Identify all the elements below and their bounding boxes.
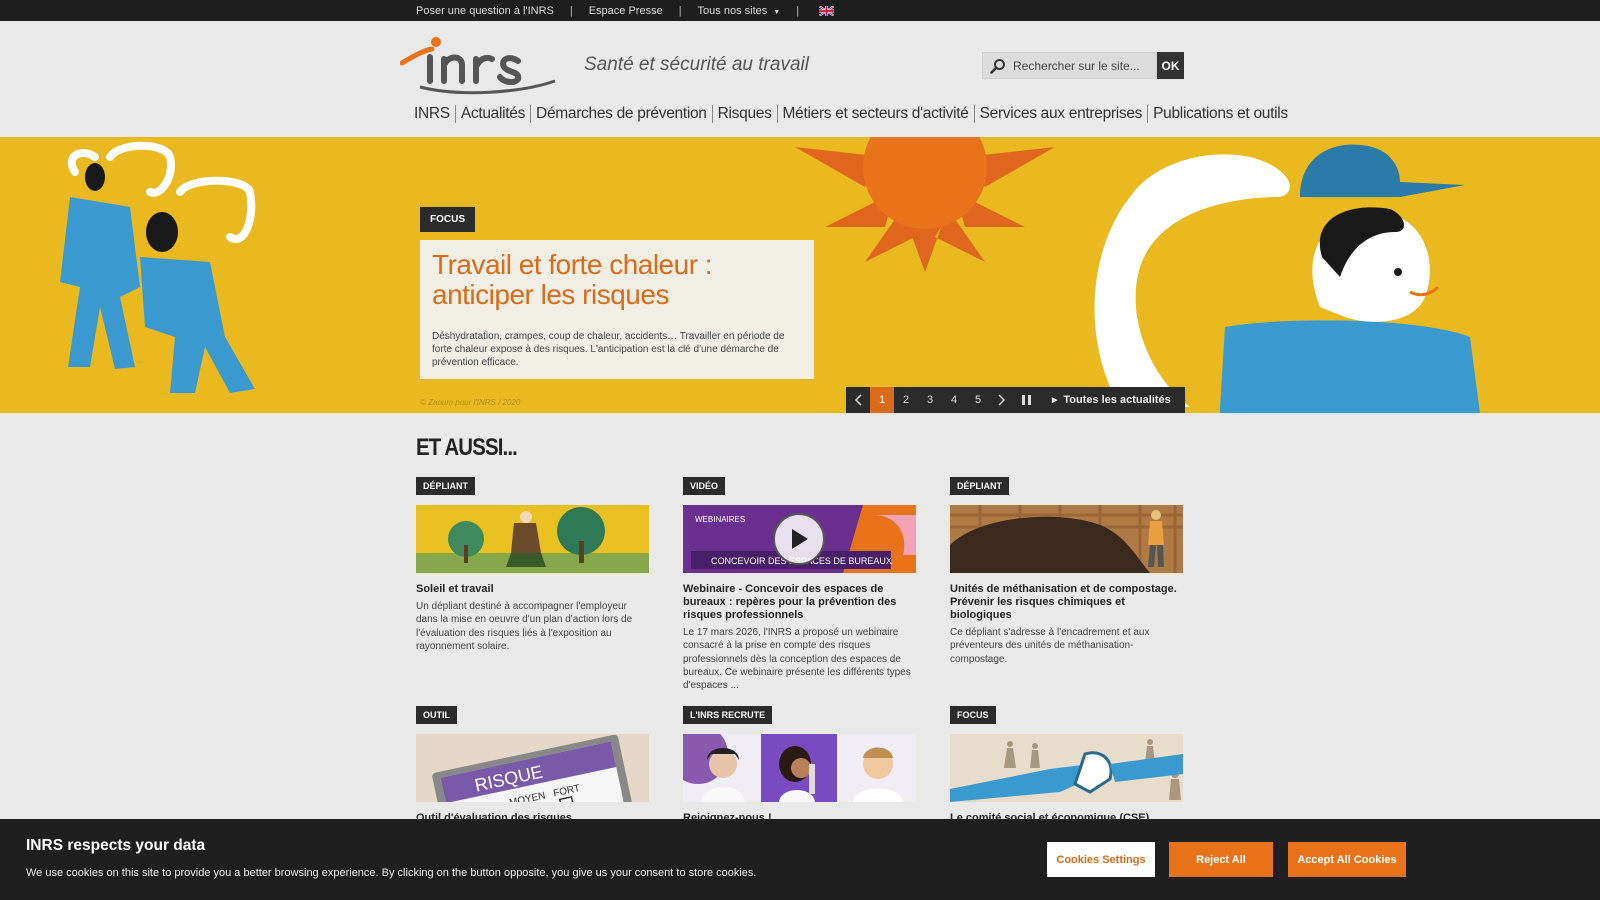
card-tag: OUTIL <box>416 706 457 724</box>
card-thumbnail[interactable] <box>683 734 916 802</box>
next-arrow-icon[interactable] <box>990 387 1014 413</box>
separator: | <box>678 4 682 17</box>
main-nav: INRS Actualités Démarches de prévention … <box>414 105 1293 123</box>
card-tag: DÉPLIANT <box>950 477 1009 495</box>
uk-flag-icon[interactable] <box>819 5 835 16</box>
card-item[interactable]: DÉPLIANT Unités de méthanisation et de c… <box>950 476 1183 705</box>
card-tag: FOCUS <box>950 706 996 724</box>
slide-page-2[interactable]: 2 <box>894 387 918 413</box>
nav-item-actualites[interactable]: Actualités <box>454 105 530 123</box>
nav-item-risques[interactable]: Risques <box>711 105 777 123</box>
cse-image <box>950 734 1183 802</box>
search-form: OK <box>982 52 1184 79</box>
all-news-label: Toutes les actualités <box>1063 394 1171 406</box>
hero-category-tag: FOCUS <box>420 207 475 232</box>
card-description: Ce dépliant s'adresse à l'encadrement et… <box>950 627 1150 665</box>
site-header: inrs Santé et sécurité au travail OK INR… <box>0 21 1600 137</box>
top-bar: Poser une question à l'INRS | Espace Pre… <box>0 0 1600 21</box>
press-link[interactable]: Espace Presse <box>589 5 663 17</box>
compost-image <box>950 505 1183 573</box>
card-item[interactable]: VIDÉO WEBINAIRES CONCEVOIR DES ESPACES D… <box>683 476 916 705</box>
all-sites-dropdown[interactable]: Tous nos sites ▼ <box>698 5 781 17</box>
slide-page-4[interactable]: 4 <box>942 387 966 413</box>
nav-item-demarches[interactable]: Démarches de prévention <box>530 105 712 123</box>
reject-all-button[interactable]: Reject All <box>1169 842 1273 877</box>
caret-down-icon: ▼ <box>773 8 781 16</box>
recruitment-image <box>683 734 916 802</box>
risk-tool-image: RISQUE MOYEN FORT <box>416 734 649 802</box>
ask-question-link[interactable]: Poser une question à l'INRS <box>416 5 554 17</box>
slide-page-5[interactable]: 5 <box>966 387 990 413</box>
search-ok-button[interactable]: OK <box>1157 52 1184 79</box>
accept-all-cookies-button[interactable]: Accept All Cookies <box>1288 842 1406 877</box>
card-thumbnail[interactable]: RISQUE MOYEN FORT <box>416 734 649 802</box>
inrs-logo[interactable]: inrs <box>400 37 560 97</box>
search-input[interactable] <box>1013 58 1153 73</box>
site-tagline: Santé et sécurité au travail <box>584 54 809 75</box>
card-thumbnail[interactable]: WEBINAIRES CONCEVOIR DES ESPACES DE BURE… <box>683 505 916 573</box>
cookie-text: We use cookies on this site to provide y… <box>26 867 757 879</box>
nav-item-publications[interactable]: Publications et outils <box>1147 105 1293 123</box>
search-box <box>982 52 1157 79</box>
cookies-settings-button[interactable]: Cookies Settings <box>1047 842 1155 877</box>
worker-cap-illustration <box>1094 144 1480 413</box>
separator: | <box>569 4 573 17</box>
card-description: Un dépliant destiné à accompagner l'empl… <box>416 601 633 652</box>
triangle-right-icon: ▶ <box>1052 397 1058 404</box>
card-thumbnail[interactable] <box>950 505 1183 573</box>
search-icon <box>983 53 1013 78</box>
cookie-title: INRS respects your data <box>26 837 206 854</box>
cookie-banner: INRS respects your data We use cookies o… <box>0 819 1600 900</box>
card-title[interactable]: Webinaire - Concevoir des espaces de bur… <box>683 583 916 622</box>
slider-controls: 1 2 3 4 5 ▶ Toutes les actualités <box>846 387 1185 413</box>
card-thumbnail[interactable] <box>950 734 1183 802</box>
card-description: Le 17 mars 2026, l'INRS a proposé un web… <box>683 627 911 692</box>
hero-credit: © Zaoum pour l'INRS / 2020 <box>420 398 521 407</box>
pause-icon[interactable] <box>1014 387 1038 413</box>
card-title[interactable]: Unités de méthanisation et de compostage… <box>950 583 1183 622</box>
card-tag: DÉPLIANT <box>416 477 475 495</box>
all-sites-label: Tous nos sites <box>697 4 768 17</box>
hero-title[interactable]: Travail et forte chaleur : anticiper les… <box>432 250 802 310</box>
play-icon[interactable] <box>773 513 825 565</box>
nav-item-services[interactable]: Services aux entreprises <box>973 105 1148 123</box>
sun-illustration <box>795 137 1055 272</box>
slide-page-1[interactable]: 1 <box>870 387 894 413</box>
all-news-link[interactable]: ▶ Toutes les actualités <box>1038 387 1185 413</box>
section-title: ET AUSSI... <box>416 434 518 461</box>
sun-work-image <box>416 505 649 573</box>
card-tag: VIDÉO <box>683 477 726 495</box>
hero-description: Déshydratation, crampes, coup de chaleur… <box>432 331 785 368</box>
nav-item-metiers[interactable]: Métiers et secteurs d'activité <box>776 105 974 123</box>
card-item[interactable]: DÉPLIANT Soleil et travail Un dépliant d… <box>416 476 649 705</box>
slide-page-3[interactable]: 3 <box>918 387 942 413</box>
prev-arrow-icon[interactable] <box>846 387 870 413</box>
card-tag: L'INRS RECRUTE <box>683 706 773 724</box>
webinar-brand-text: WEBINAIRES <box>695 515 745 524</box>
hero-banner[interactable]: FOCUS Travail et forte chaleur : anticip… <box>0 137 1600 413</box>
hero-card[interactable]: Travail et forte chaleur : anticiper les… <box>420 240 814 379</box>
card-thumbnail[interactable] <box>416 505 649 573</box>
separator: | <box>796 4 800 17</box>
nav-item-inrs[interactable]: INRS <box>414 105 455 123</box>
card-title[interactable]: Soleil et travail <box>416 583 649 596</box>
